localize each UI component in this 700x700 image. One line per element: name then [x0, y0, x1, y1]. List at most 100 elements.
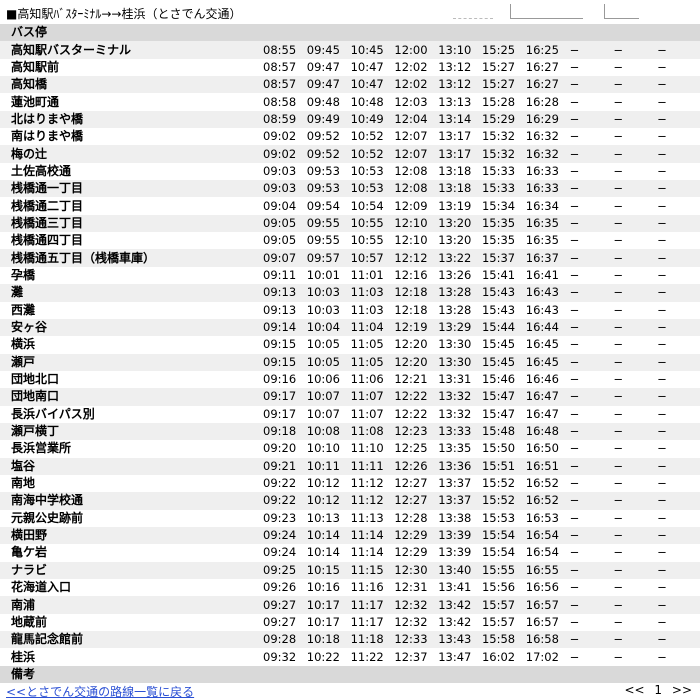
departure-time: 10:22	[305, 648, 350, 666]
table-row: 亀ケ岩 09:24 10:14 11:14 12:29 13:39 15:54 16:54− −…	[0, 544, 700, 562]
pager-prev-button[interactable]: <<	[624, 683, 644, 697]
departure-time: 09:47	[305, 76, 350, 94]
departure-time: 16:56	[524, 579, 569, 597]
date-select[interactable]	[510, 4, 583, 19]
departure-time: 09:47	[305, 58, 350, 77]
departure-time: 10:11	[305, 457, 350, 475]
departure-time: 16:57	[524, 596, 569, 614]
departure-time: 13:20	[437, 214, 481, 233]
back-to-route-list-link[interactable]: <<とさでん交通の路線一覧に戻る	[6, 683, 194, 700]
departure-time: −	[568, 318, 613, 337]
departure-time: 11:22	[349, 648, 394, 666]
stop-name: 南海中学校通	[0, 492, 262, 510]
departure-time: 15:52	[480, 492, 525, 510]
departure-time: 09:27	[262, 613, 306, 632]
departure-time: 15:27	[480, 76, 525, 94]
departure-time: −	[612, 492, 657, 510]
departure-time: −	[568, 422, 613, 441]
departure-time: −	[656, 58, 700, 77]
date-field[interactable]	[453, 4, 493, 19]
departure-time: −	[656, 474, 700, 493]
departure-time: −	[656, 353, 700, 371]
pager-next-button[interactable]: >>	[672, 683, 692, 697]
departure-time: 12:33	[393, 631, 438, 649]
departure-time: 09:32	[262, 648, 306, 666]
departure-time: −	[568, 249, 613, 267]
departure-time: −	[568, 93, 613, 111]
departure-time: −	[656, 631, 700, 649]
departure-time: 10:14	[305, 544, 350, 562]
table-row: 瀬戸 09:15 10:05 11:05 12:20 13:30 15:45 16:45− − −	[0, 353, 700, 371]
departure-time: 13:42	[437, 596, 481, 614]
stop-name: 桟橋通三丁目	[0, 214, 262, 233]
stop-name: 南浦	[0, 596, 262, 614]
departure-time: 15:57	[480, 613, 525, 632]
departure-time: 12:18	[393, 284, 438, 302]
departure-time: 13:18	[437, 180, 481, 198]
departure-time: −	[612, 613, 657, 632]
departure-time: 15:45	[480, 353, 525, 371]
stop-name: 長浜営業所	[0, 440, 262, 458]
departure-time: −	[612, 631, 657, 649]
stop-name: 桟橋通四丁目	[0, 232, 262, 250]
departure-time: 09:24	[262, 526, 306, 545]
table-row: 長浜バイパス別 09:17 10:07 11:07 12:22 13:32 15:47 16:…	[0, 405, 700, 423]
departure-time: 10:52	[349, 128, 394, 146]
departure-time: −	[612, 197, 657, 215]
departure-time: 13:35	[437, 440, 481, 458]
departure-time: 09:48	[305, 93, 350, 111]
departure-time: 09:45	[305, 41, 350, 59]
table-row: 蓮池町通 08:58 09:48 10:48 12:03 13:13 15:28 16:28−…	[0, 93, 700, 111]
table-header-row: バス停	[0, 24, 700, 42]
departure-time: −	[568, 336, 613, 354]
departure-time: 10:57	[349, 249, 394, 267]
departure-time: 16:57	[524, 613, 569, 632]
departure-time: 09:52	[305, 128, 350, 146]
stop-name: 横浜	[0, 336, 262, 354]
table-row: 梅の辻 09:02 09:52 10:52 12:07 13:17 15:32 16:32− −…	[0, 145, 700, 163]
departure-time: 09:55	[305, 214, 350, 233]
stop-name: 高知駅バスターミナル	[0, 41, 262, 59]
departure-time: −	[612, 353, 657, 371]
pager-current-page: 1	[654, 683, 663, 697]
departure-time: 09:53	[305, 180, 350, 198]
departure-time: 15:50	[480, 440, 525, 458]
departure-time: 16:53	[524, 509, 569, 527]
departure-time: 13:12	[437, 58, 481, 77]
table-row: 桟橋通二丁目 09:04 09:54 10:54 12:09 13:19 15:34 16:3…	[0, 197, 700, 215]
table-row: 横浜 09:15 10:05 11:05 12:20 13:30 15:45 16:45− − −	[0, 336, 700, 354]
departure-time: 15:41	[480, 266, 525, 285]
departure-time: −	[612, 76, 657, 94]
departure-time: 13:39	[437, 544, 481, 562]
departure-time: 15:34	[480, 197, 525, 215]
departure-time: −	[568, 41, 613, 59]
departure-time: 16:32	[524, 128, 569, 146]
table-row: 孕橋 09:11 10:01 11:01 12:16 13:26 15:41 16:41− − −	[0, 266, 700, 285]
departure-time: 12:02	[393, 76, 438, 94]
stop-name: 南はりまや橋	[0, 128, 262, 146]
departure-time: 13:28	[437, 301, 481, 319]
departure-time: −	[612, 58, 657, 77]
departure-time: 15:44	[480, 318, 525, 337]
stop-name: 土佐高校通	[0, 162, 262, 181]
departure-time: 15:35	[480, 214, 525, 233]
departure-time: −	[656, 526, 700, 545]
departure-time: −	[568, 457, 613, 475]
departure-time: 12:16	[393, 266, 438, 285]
stop-name: 安ヶ谷	[0, 318, 262, 337]
time-select[interactable]	[604, 4, 639, 19]
table-row: 南地 09:22 10:12 11:12 12:27 13:37 15:52 16:52− − −	[0, 474, 700, 493]
departure-time: 16:27	[524, 58, 569, 77]
table-row: 北はりまや橋 08:59 09:49 10:49 12:04 13:14 15:29 16:2…	[0, 110, 700, 129]
departure-time: 12:12	[393, 249, 438, 267]
departure-time: 10:47	[349, 58, 394, 77]
departure-time: 09:20	[262, 440, 306, 458]
title-bar: ■高知駅ﾊﾞｽﾀｰﾐﾅﾙ→→桂浜（とさでん交通）	[0, 0, 700, 24]
table-row: 南浦 09:27 10:17 11:17 12:32 13:42 15:57 16:57− − −	[0, 596, 700, 614]
departure-time: 10:18	[305, 631, 350, 649]
departure-time: 10:48	[349, 93, 394, 111]
table-row: 地蔵前 09:27 10:17 11:17 12:32 13:42 15:57 16:57− −…	[0, 613, 700, 632]
departure-time: −	[656, 457, 700, 475]
departure-time: −	[656, 249, 700, 267]
departure-time: 16:43	[524, 301, 569, 319]
